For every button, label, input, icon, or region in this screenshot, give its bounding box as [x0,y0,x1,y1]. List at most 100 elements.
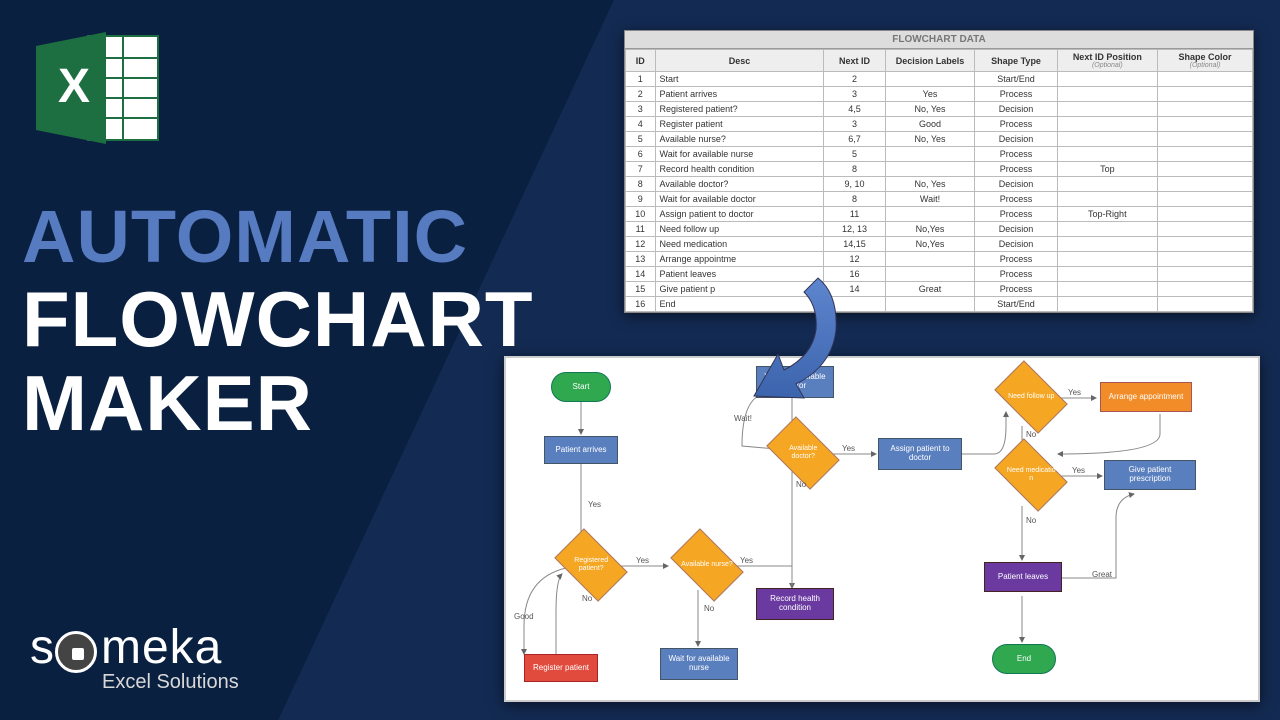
table-cell: 9, 10 [824,177,885,192]
th-shape-color: Shape Color(Optional) [1157,50,1252,72]
table-cell: Great [885,282,975,297]
table-cell [1057,117,1157,132]
table-cell: Patient arrives [655,87,824,102]
table-cell [1157,267,1252,282]
node-record-health: Record health condition [756,588,834,620]
excel-icon: X [34,28,164,148]
table-cell: No, Yes [885,177,975,192]
table-cell: Top-Right [1057,207,1157,222]
label-yes: Yes [588,500,601,509]
page-title: AUTOMATIC FLOWCHART MAKER [22,200,534,442]
table-cell [1057,267,1157,282]
table-header-row: ID Desc Next ID Decision Labels Shape Ty… [626,50,1253,72]
table-row: 11Need follow up12, 13No,YesDecision [626,222,1253,237]
table-cell: Arrange appointme [655,252,824,267]
table-cell: 14,15 [824,237,885,252]
table-cell: 3 [824,87,885,102]
table-cell [1157,147,1252,162]
table-cell [885,297,975,312]
table-cell [1157,132,1252,147]
table-cell: 8 [824,192,885,207]
th-shape-type: Shape Type [975,50,1057,72]
table-cell: Available doctor? [655,177,824,192]
table-row: 10Assign patient to doctor11ProcessTop-R… [626,207,1253,222]
table-cell [1157,162,1252,177]
table-cell: Decision [975,132,1057,147]
table-cell: No, Yes [885,102,975,117]
table-row: 5Available nurse?6,7No, YesDecision [626,132,1253,147]
table-cell: 9 [626,192,656,207]
label-yes: Yes [740,556,753,565]
table-cell [1157,252,1252,267]
label-good: Good [514,612,534,621]
label-yes: Yes [636,556,649,565]
table-cell: Need follow up [655,222,824,237]
table-cell: Process [975,282,1057,297]
table-cell: Yes [885,87,975,102]
table-cell: 3 [626,102,656,117]
table-cell [1157,177,1252,192]
label-no: No [1026,430,1036,439]
node-register-patient: Register patient [524,654,598,682]
table-cell: Process [975,192,1057,207]
table-cell: Process [975,87,1057,102]
table-cell [1157,102,1252,117]
table-cell: 6 [626,147,656,162]
table-cell: 4,5 [824,102,885,117]
table-cell: Need medication [655,237,824,252]
node-wait-nurse: Wait for available nurse [660,648,738,680]
table-cell: 12, 13 [824,222,885,237]
table-cell: Process [975,267,1057,282]
th-id: ID [626,50,656,72]
table-cell [1057,282,1157,297]
title-line-2: FLOWCHART [22,280,534,358]
table-cell [1057,87,1157,102]
table-row: 8Available doctor?9, 10No, YesDecision [626,177,1253,192]
table-cell [885,252,975,267]
node-assign-patient: Assign patient to doctor [878,438,962,470]
table-cell: Start [655,72,824,87]
table-cell: 8 [626,177,656,192]
table-cell: 4 [626,117,656,132]
table-cell [1157,117,1252,132]
table-cell: 7 [626,162,656,177]
table-cell: Process [975,162,1057,177]
table-cell: Wait for available nurse [655,147,824,162]
table-row: 1Start2Start/End [626,72,1253,87]
node-arrange-appointment: Arrange appointment [1100,382,1192,412]
table-cell: 2 [824,72,885,87]
table-cell: Decision [975,222,1057,237]
table-cell [1057,222,1157,237]
table-cell: Decision [975,102,1057,117]
table-cell [1157,87,1252,102]
label-yes: Yes [842,444,855,453]
table-cell: Process [975,207,1057,222]
table-cell [885,267,975,282]
table-cell: Top [1057,162,1157,177]
table-cell: Process [975,117,1057,132]
table-cell: Registered patient? [655,102,824,117]
title-line-3: MAKER [22,364,534,442]
node-patient-arrives: Patient arrives [544,436,618,464]
table-row: 4Register patient3GoodProcess [626,117,1253,132]
table-cell [1057,237,1157,252]
label-no: No [704,604,714,613]
brand-subtitle: Excel Solutions [102,671,239,694]
table-row: 2Patient arrives3YesProcess [626,87,1253,102]
label-yes: Yes [1072,466,1085,475]
table-cell: No,Yes [885,237,975,252]
th-decision-labels: Decision Labels [885,50,975,72]
table-cell [1057,132,1157,147]
table-cell [1057,72,1157,87]
table-cell: 16 [626,297,656,312]
table-cell: Wait! [885,192,975,207]
table-cell [1057,252,1157,267]
brand-block: smeka Excel Solutions [30,620,239,694]
table-cell: 11 [626,222,656,237]
table-cell: Record health condition [655,162,824,177]
table-cell [1157,207,1252,222]
table-row: 6Wait for available nurse5Process [626,147,1253,162]
data-to-flowchart-arrow-icon [688,272,858,412]
table-cell: Assign patient to doctor [655,207,824,222]
table-cell: 8 [824,162,885,177]
